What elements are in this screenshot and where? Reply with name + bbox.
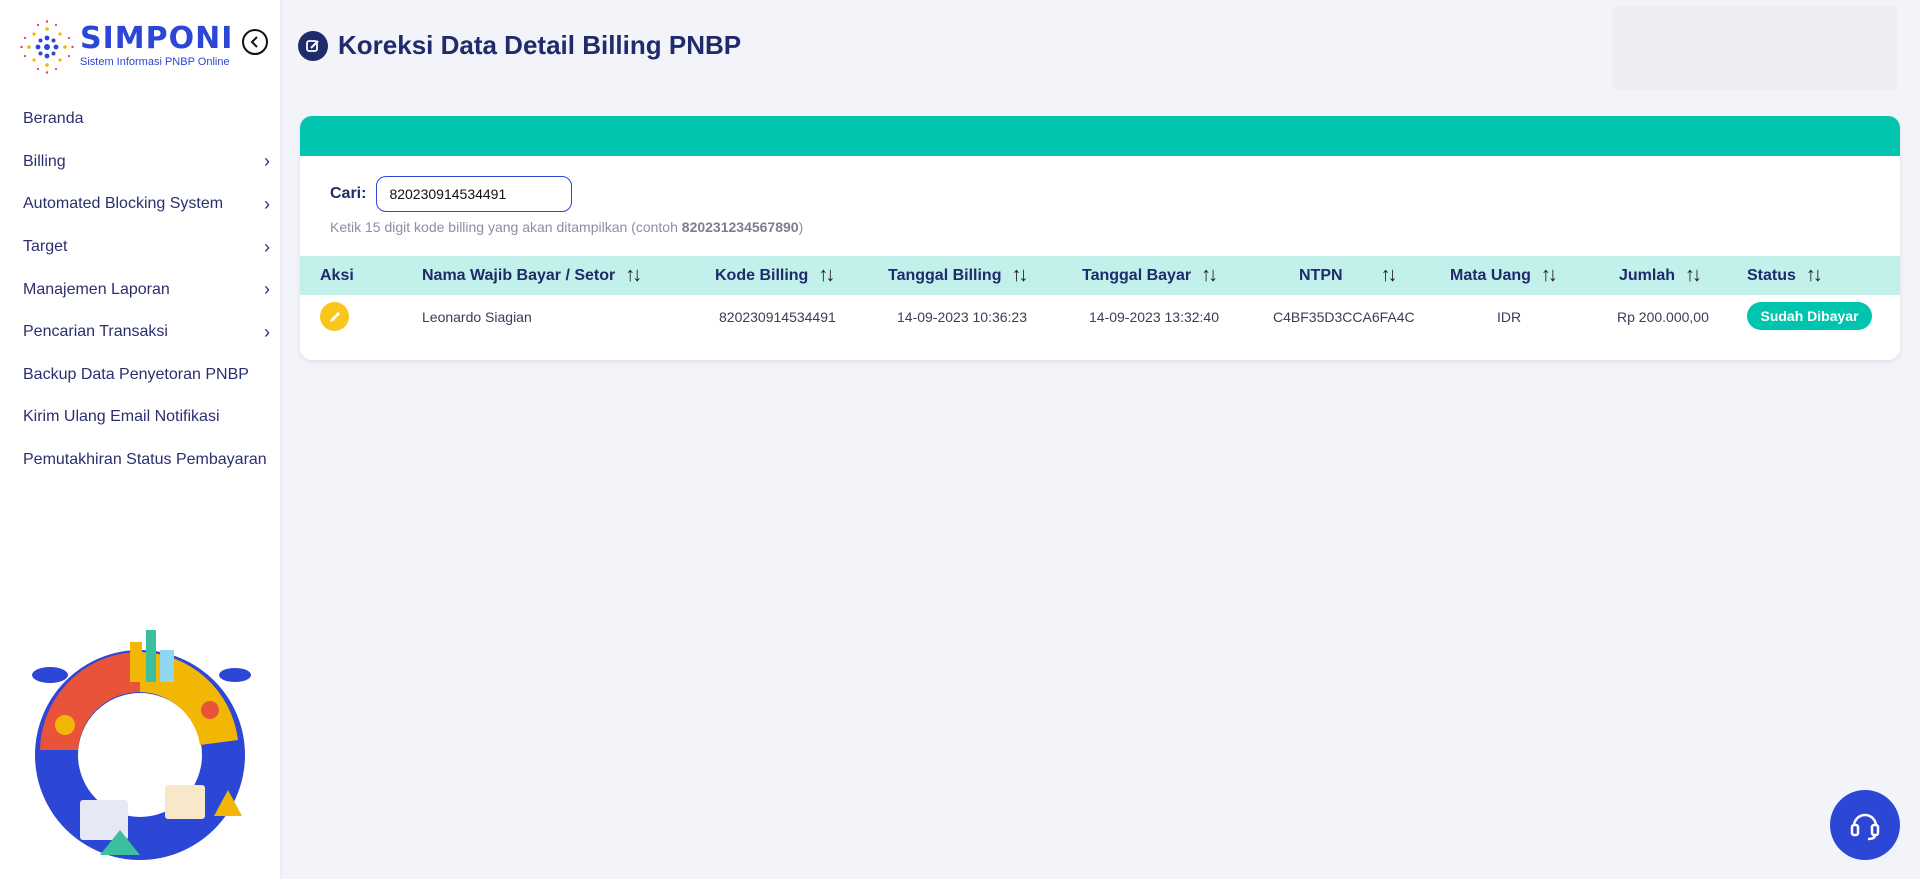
sort-icon[interactable]: ↑↓ [1685,264,1702,287]
sidebar-item-pencarian-transaksi[interactable]: Pencarian Transaksi › [0,311,280,354]
sidebar-item-label: Pencarian Transaksi [23,323,168,341]
collapse-sidebar-button[interactable] [242,29,268,55]
sidebar: SIMPONI Sistem Informasi PNBP Online Ber… [0,0,280,879]
cell-nama: Leonardo Siagian [422,309,532,325]
column-label: Kode Billing [715,266,809,284]
chevron-right-icon: › [264,321,270,342]
edit-button[interactable] [320,302,349,331]
column-header-tanggal-bayar[interactable]: Tanggal Bayar ↑↓ [1082,264,1218,287]
chevron-right-icon: › [264,236,270,257]
sort-icon[interactable]: ↑↓ [818,264,835,287]
brand-name: SIMPONI [80,21,234,56]
sort-icon[interactable]: ↑↓ [1381,264,1398,287]
cell-jumlah: Rp 200.000,00 [1617,309,1709,325]
sidebar-item-label: Kirim Ulang Email Notifikasi [23,408,220,426]
sidebar-item-label: Manajemen Laporan [23,280,170,298]
sidebar-item-label: Beranda [23,110,84,128]
user-profile-placeholder[interactable] [1612,6,1897,90]
sort-icon[interactable]: ↑↓ [625,264,642,287]
table-header: Aksi Nama Wajib Bayar / Setor ↑↓ Kode Bi… [300,256,1900,295]
chevron-right-icon: › [264,151,270,172]
sort-icon[interactable]: ↑↓ [1201,264,1218,287]
sidebar-nav: Beranda Billing › Automated Blocking Sys… [0,98,280,481]
sidebar-item-target[interactable]: Target › [0,226,280,269]
chevron-right-icon: › [264,193,270,214]
sidebar-item-pemutakhiran-status[interactable]: Pemutakhiran Status Pembayaran [0,439,280,482]
table-row: Leonardo Siagian 820230914534491 14-09-2… [300,295,1900,339]
column-label: NTPN [1299,266,1343,284]
simponi-logo-icon [20,20,74,74]
sidebar-item-kirim-ulang-email[interactable]: Kirim Ulang Email Notifikasi [0,396,280,439]
sidebar-item-billing[interactable]: Billing › [0,141,280,184]
sidebar-item-label: Automated Blocking System [23,195,224,213]
search-hint: Ketik 15 digit kode billing yang akan di… [330,219,803,235]
sidebar-item-beranda[interactable]: Beranda [0,98,280,141]
decorative-illustration [32,630,251,860]
headset-icon [1850,813,1880,841]
cell-kode-billing: 820230914534491 [719,309,836,325]
sort-icon[interactable]: ↑↓ [1806,264,1823,287]
page-title: Koreksi Data Detail Billing PNBP [338,30,742,60]
column-label: Nama Wajib Bayar / Setor [422,266,616,284]
edit-icon [298,30,328,61]
pencil-icon [329,311,340,322]
brand[interactable]: SIMPONI Sistem Informasi PNBP Online [18,18,233,76]
sidebar-item-label: Pemutakhiran Status Pembayaran [23,451,267,469]
search-hint-text: Ketik 15 digit kode billing yang akan di… [330,219,682,235]
search-label: Cari: [330,185,367,202]
column-header-jumlah[interactable]: Jumlah ↑↓ [1619,264,1702,287]
sidebar-item-automated-blocking-system[interactable]: Automated Blocking System › [0,183,280,226]
sidebar-item-label: Target [23,238,68,256]
column-label: Jumlah [1619,266,1676,284]
chevron-left-icon [250,36,258,48]
page-header: Koreksi Data Detail Billing PNBP [298,30,741,61]
column-header-tanggal-billing[interactable]: Tanggal Billing ↑↓ [888,264,1028,287]
status-badge: Sudah Dibayar [1747,302,1872,330]
column-label: Tanggal Bayar [1082,266,1192,284]
column-header-kode-billing[interactable]: Kode Billing ↑↓ [715,264,835,287]
column-label: Tanggal Billing [888,266,1002,284]
sort-icon[interactable]: ↑↓ [1541,264,1558,287]
column-header-mata-uang[interactable]: Mata Uang ↑↓ [1450,264,1558,287]
column-header-status[interactable]: Status ↑↓ [1747,264,1823,287]
search-input[interactable] [376,176,573,212]
column-header-nama[interactable]: Nama Wajib Bayar / Setor ↑↓ [422,264,642,287]
column-label: Status [1747,266,1796,284]
sidebar-item-label: Billing [23,152,66,170]
cell-ntpn: C4BF35D3CCA6FA4C [1273,309,1415,325]
sidebar-item-manajemen-laporan[interactable]: Manajemen Laporan › [0,268,280,311]
billing-correction-card: Cari: Ketik 15 digit kode billing yang a… [300,116,1900,360]
sidebar-item-label: Backup Data Penyetoran PNBP [23,365,249,383]
card-header [300,116,1900,156]
cell-mata-uang: IDR [1497,309,1522,325]
cell-tanggal-billing: 14-09-2023 10:36:23 [897,309,1027,325]
sort-icon[interactable]: ↑↓ [1011,264,1028,287]
billing-table: Aksi Nama Wajib Bayar / Setor ↑↓ Kode Bi… [300,256,1900,339]
brand-subtitle: Sistem Informasi PNBP Online [80,56,230,68]
cell-tanggal-bayar: 14-09-2023 13:32:40 [1089,309,1219,325]
search-hint-example: 820231234567890 [681,219,799,235]
sidebar-item-backup-data[interactable]: Backup Data Penyetoran PNBP [0,354,280,397]
chevron-right-icon: › [264,279,270,300]
search-row: Cari: [330,176,573,212]
search-hint-suffix: ) [798,219,804,235]
column-header-aksi: Aksi [320,267,354,285]
column-header-ntpn[interactable]: NTPN ↑↓ [1299,264,1398,287]
column-label: Mata Uang [1450,266,1531,284]
help-chat-button[interactable] [1830,790,1900,860]
column-label: Aksi [320,266,354,284]
